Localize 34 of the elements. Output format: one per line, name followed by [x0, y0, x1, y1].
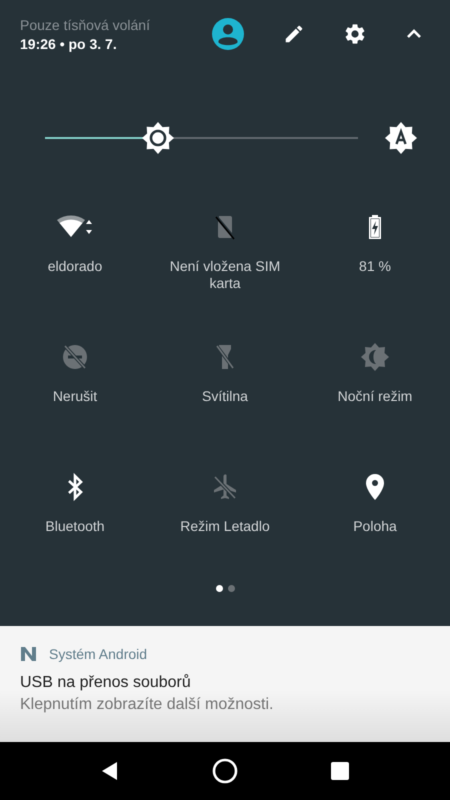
tile-label: Bluetooth	[44, 518, 106, 535]
brightness-slider[interactable]	[45, 121, 358, 155]
tile-label: eldorado	[46, 258, 104, 275]
user-avatar-icon[interactable]	[212, 18, 244, 50]
app-name: Systém Android	[49, 646, 148, 662]
notification-text: Klepnutím zobrazíte další možnosti.	[20, 696, 274, 714]
back-icon[interactable]	[101, 761, 120, 781]
quick-tile[interactable]: Bluetooth	[0, 472, 150, 602]
auto-brightness-icon[interactable]	[384, 121, 418, 155]
quick-tile[interactable]: Režim Letadlo	[150, 472, 300, 602]
status-text: Pouze tísňová volání	[20, 16, 150, 32]
tile-label: Noční režim	[336, 388, 414, 405]
home-icon[interactable]	[212, 758, 238, 784]
tile-label: 81 %	[358, 258, 392, 275]
tile-label: Režim Letadlo	[179, 518, 271, 535]
date-time: 19:26 • po 3. 7.	[20, 36, 118, 52]
recents-icon[interactable]	[330, 762, 349, 780]
quick-tile[interactable]: Noční režim	[300, 342, 450, 472]
collapse-caret-icon[interactable]	[406, 29, 422, 39]
tile-label: Poloha	[352, 518, 398, 535]
quick-tile[interactable]: eldorado	[0, 212, 150, 342]
tile-label: Svítilna	[201, 388, 249, 405]
settings-icon[interactable]	[343, 22, 368, 46]
android-logo-icon	[20, 646, 37, 662]
tile-label: Nerušit	[52, 388, 98, 405]
quick-tile[interactable]: Není vložena SIM karta	[150, 212, 300, 342]
quick-tile[interactable]: 81 %	[300, 212, 450, 342]
tile-label: Není vložena SIM karta	[168, 258, 282, 292]
quick-tile[interactable]: Nerušit	[0, 342, 150, 472]
quick-tile[interactable]: Svítilna	[150, 342, 300, 472]
notification-card[interactable]: Systém Android USB na přenos souborů Klepnutím zobrazíte další možnosti.	[0, 626, 450, 742]
notification-title: USB na přenos souborů	[20, 674, 192, 692]
quick-tile[interactable]: Poloha	[300, 472, 450, 602]
brightness-thumb-icon[interactable]	[140, 121, 175, 155]
